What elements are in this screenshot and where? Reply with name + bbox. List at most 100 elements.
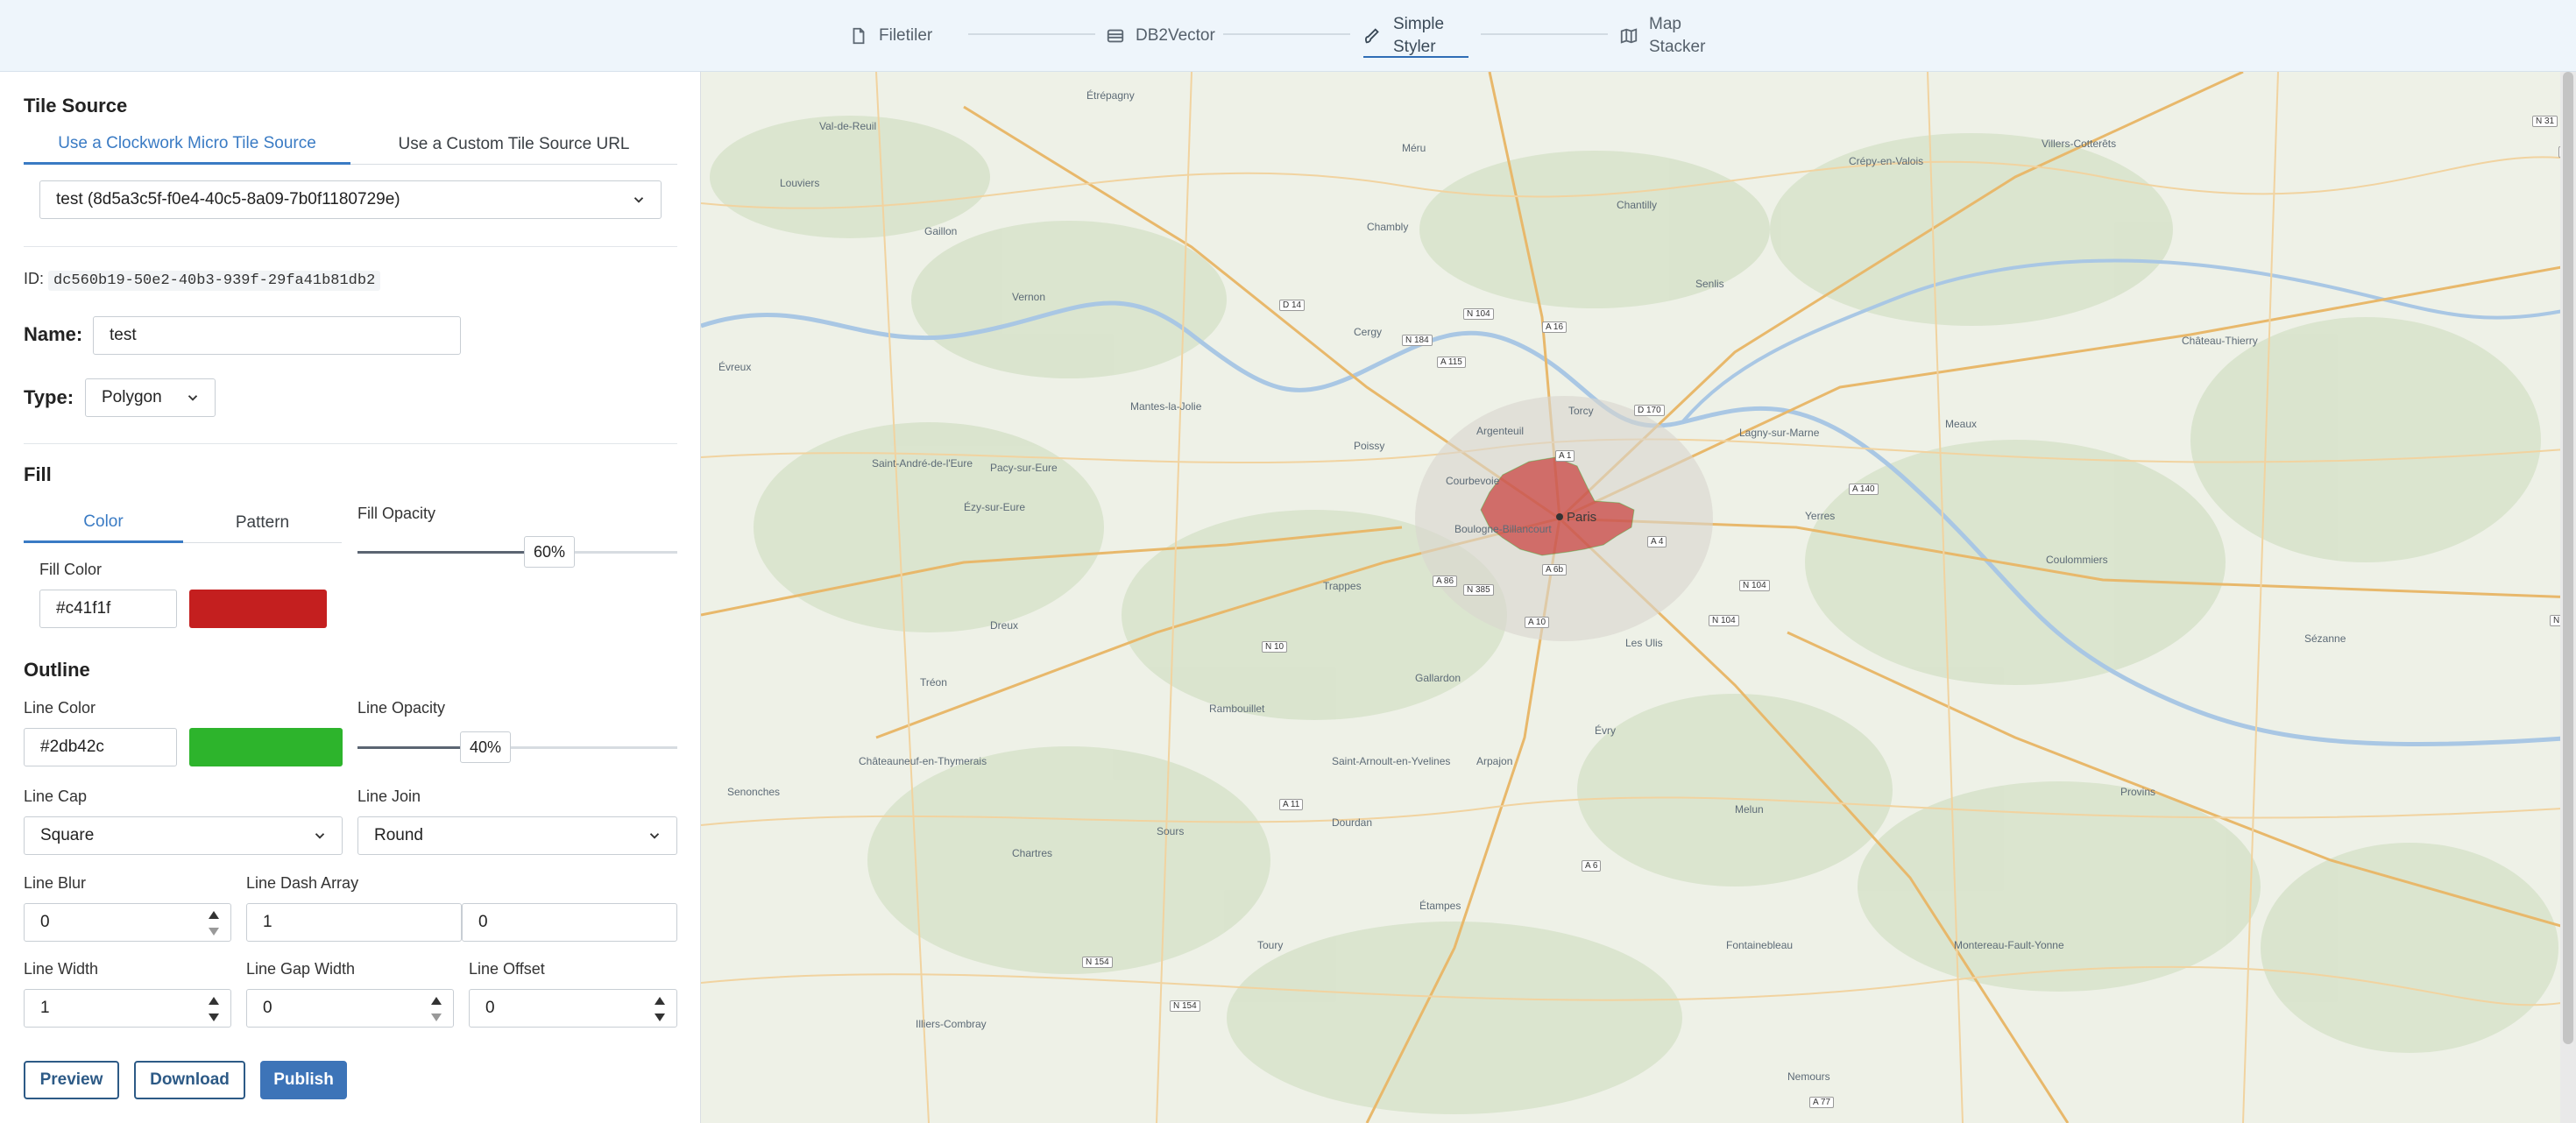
map-place-label: Évry — [1595, 724, 1616, 737]
map-place-label: Étampes — [1419, 900, 1461, 912]
map-place-label: Louviers — [780, 177, 820, 189]
line-dash-field-1[interactable]: 1 — [246, 903, 462, 942]
line-join-label: Line Join — [357, 788, 421, 805]
line-opacity-value[interactable]: 40% — [460, 731, 511, 763]
map-place-label: Meaux — [1945, 418, 1978, 430]
line-blur-label: Line Blur — [24, 874, 87, 892]
road-number-badge: A 86 — [1433, 576, 1458, 587]
map-place-label: Dreux — [990, 619, 1019, 632]
line-gap-label: Line Gap Width — [246, 960, 356, 978]
step-filetiler[interactable]: Filetiler — [849, 0, 932, 72]
step-label: Simple Styler — [1393, 15, 1445, 56]
section-divider — [24, 246, 677, 247]
fill-opacity-value[interactable]: 60% — [524, 536, 575, 568]
tab-fill-pattern[interactable]: Pattern — [183, 503, 342, 543]
map-place-label: Pacy-sur-Eure — [990, 462, 1058, 474]
active-step-underline — [1363, 56, 1468, 58]
line-offset-field[interactable]: 0 — [469, 989, 677, 1028]
step-label: Filetiler — [879, 26, 933, 45]
stepper-arrows-icon[interactable] — [428, 993, 444, 1025]
map-place-label: Arpajon — [1476, 755, 1513, 767]
line-dash-field-2[interactable]: 0 — [462, 903, 677, 942]
road-number-badge: A 16 — [1542, 321, 1568, 333]
map-place-label: Poissy — [1354, 440, 1385, 452]
map-place-label: Senlis — [1695, 278, 1724, 290]
line-color-swatch[interactable] — [189, 728, 343, 766]
step-simple-styler[interactable]: Simple Styler — [1363, 0, 1444, 72]
road-number-badge: A 6 — [1582, 860, 1602, 872]
line-width-field[interactable]: 1 — [24, 989, 231, 1028]
map-place-label: Les Ulis — [1625, 637, 1663, 649]
road-number-badge: A 77 — [1809, 1097, 1835, 1108]
road-number-badge: A 140 — [1849, 484, 1879, 495]
map-place-label: Torcy — [1568, 405, 1594, 417]
line-color-label: Line Color — [24, 699, 96, 717]
tab-clockwork-source[interactable]: Use a Clockwork Micro Tile Source — [24, 124, 350, 165]
map-place-label: Val-de-Reuil — [819, 120, 877, 132]
line-join-select[interactable]: Round — [357, 816, 677, 855]
step-connector — [1223, 33, 1350, 35]
map-place-label: Saint-André-de-l'Eure — [872, 457, 973, 470]
map-place-label: Mantes-la-Jolie — [1130, 400, 1202, 413]
road-number-badge: N 10 — [1262, 641, 1288, 653]
map-place-label: Trappes — [1323, 580, 1362, 592]
publish-button[interactable]: Publish — [260, 1061, 347, 1099]
tile-source-select[interactable]: test (8d5a3c5f-f0e4-40c5-8a09-7b0f118072… — [39, 180, 662, 219]
tab-fill-color[interactable]: Color — [24, 503, 183, 543]
step-connector — [968, 33, 1095, 35]
map-place-label: Toury — [1257, 939, 1284, 951]
map-place-label: Chartres — [1012, 847, 1053, 859]
map-place-label: Méru — [1402, 142, 1426, 154]
map-place-label: Yerres — [1805, 510, 1836, 522]
download-button[interactable]: Download — [134, 1061, 245, 1099]
line-blur-field[interactable]: 0 — [24, 903, 231, 942]
line-dash-label: Line Dash Array — [246, 874, 359, 892]
fill-tabs: Color Pattern — [24, 503, 342, 543]
tile-source-title: Tile Source — [24, 95, 128, 117]
road-number-badge: D 170 — [1634, 405, 1665, 416]
map-place-label: Montereau-Fault-Yonne — [1954, 939, 2064, 951]
line-cap-select[interactable]: Square — [24, 816, 343, 855]
chevron-down-icon — [188, 395, 198, 401]
map-place-label: Dourdan — [1332, 816, 1373, 829]
map-place-label: Argenteuil — [1476, 425, 1525, 437]
map-place-label: Boulogne-Billancourt — [1454, 523, 1552, 535]
fill-color-label: Fill Color — [39, 561, 103, 578]
type-select[interactable]: Polygon — [85, 378, 216, 417]
preview-button[interactable]: Preview — [24, 1061, 119, 1099]
fill-opacity-label: Fill Opacity — [357, 505, 436, 522]
map-icon — [1619, 26, 1638, 46]
map-place-label: Illiers-Combray — [916, 1018, 987, 1030]
tab-custom-url[interactable]: Use a Custom Tile Source URL — [350, 124, 677, 165]
scrollbar-thumb[interactable] — [2563, 72, 2573, 1044]
step-map-stacker[interactable]: Map Stacker — [1619, 0, 1705, 72]
step-label: DB2Vector — [1136, 26, 1215, 45]
map-scrollbar[interactable] — [2560, 72, 2576, 1123]
tile-source-selected: test (8d5a3c5f-f0e4-40c5-8a09-7b0f118072… — [56, 190, 400, 208]
section-divider — [24, 443, 677, 444]
line-gap-field[interactable]: 0 — [246, 989, 454, 1028]
stepper-arrows-icon[interactable] — [206, 908, 222, 939]
fill-color-hex-field[interactable]: #c41f1f — [39, 590, 177, 628]
line-cap-value: Square — [40, 826, 95, 844]
map-place-label: Tréon — [920, 676, 947, 689]
outline-title: Outline — [24, 659, 90, 681]
road-number-badge: A 6b — [1542, 564, 1568, 576]
map-place-label: Sours — [1157, 825, 1185, 837]
id-value: dc560b19-50e2-40b3-939f-29fa41b81db2 — [48, 271, 381, 291]
map-place-label: Château-Thierry — [2182, 335, 2258, 347]
type-label: Type: — [24, 386, 74, 408]
name-field[interactable]: test — [93, 316, 461, 355]
map-preview[interactable]: Étrépagny Louviers Val-de-Reuil Gaillon … — [701, 72, 2576, 1123]
line-opacity-fill — [357, 746, 461, 749]
style-editor-panel: Tile Source Use a Clockwork Micro Tile S… — [0, 72, 701, 1123]
type-value: Polygon — [102, 388, 162, 406]
road-number-badge: N 104 — [1739, 580, 1770, 591]
step-db2vector[interactable]: DB2Vector — [1106, 0, 1215, 72]
stepper-arrows-icon[interactable] — [652, 993, 668, 1025]
map-place-label: Courbevoie — [1446, 475, 1500, 487]
tile-source-tabs: Use a Clockwork Micro Tile Source Use a … — [24, 124, 677, 165]
stepper-arrows-icon[interactable] — [206, 993, 222, 1025]
fill-color-swatch[interactable] — [189, 590, 327, 628]
line-color-hex-field[interactable]: #2db42c — [24, 728, 177, 766]
